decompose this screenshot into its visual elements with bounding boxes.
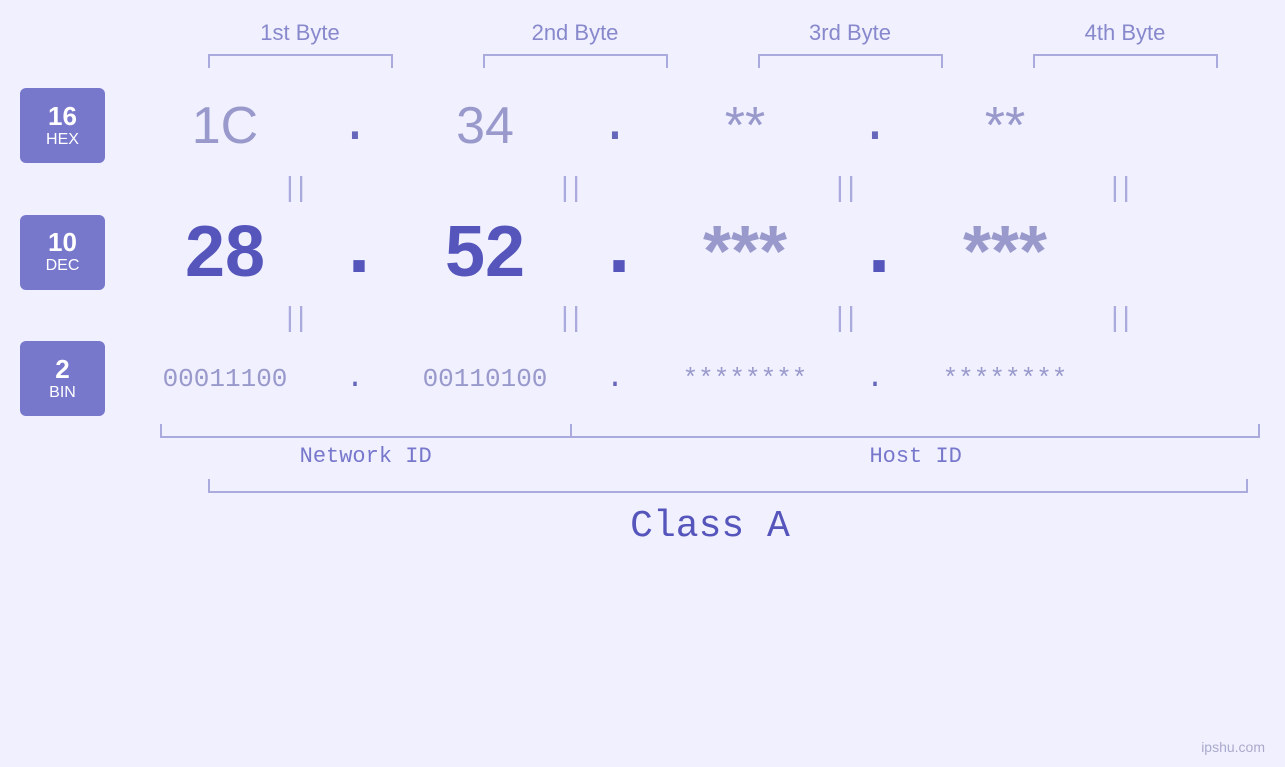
- dec-byte2-cell: 52: [375, 211, 595, 293]
- hex-dot2: .: [595, 100, 635, 152]
- byte2-header: 2nd Byte: [465, 20, 685, 46]
- bin-byte1: 00011100: [163, 364, 288, 394]
- bin-badge-num: 2: [55, 356, 69, 382]
- dec-dot3: .: [855, 212, 895, 292]
- dec-byte2: 52: [445, 211, 525, 293]
- eq2-cell3: ||: [738, 301, 958, 333]
- dec-badge: 10 DEC: [20, 215, 105, 290]
- hex-byte1: 1C: [192, 96, 258, 156]
- network-bracket: [160, 424, 572, 438]
- dec-values: 28 . 52 . *** . ***: [115, 211, 1265, 293]
- bin-dot2: .: [595, 364, 635, 394]
- hex-badge-label: HEX: [46, 131, 79, 149]
- bin-badge: 2 BIN: [20, 341, 105, 416]
- hex-values: 1C . 34 . ** . **: [115, 96, 1265, 156]
- byte1-header: 1st Byte: [190, 20, 410, 46]
- dec-row: 10 DEC 28 . 52 . *** . ***: [20, 211, 1265, 293]
- dec-byte4: ***: [963, 211, 1047, 293]
- bracket-byte3: [758, 54, 943, 68]
- eq1-cell1: ||: [188, 171, 408, 203]
- hex-byte2-cell: 34: [375, 96, 595, 156]
- bracket-byte2: [483, 54, 668, 68]
- bin-values: 00011100 . 00110100 . ******** . *******…: [115, 364, 1265, 394]
- hex-badge-num: 16: [48, 103, 77, 129]
- eq1-cell4: ||: [1013, 171, 1233, 203]
- bottom-brackets: [160, 424, 1260, 438]
- bin-byte3-cell: ********: [635, 364, 855, 394]
- dec-dot1: .: [335, 212, 375, 292]
- hex-byte1-cell: 1C: [115, 96, 335, 156]
- eq1-1: ||: [286, 171, 309, 203]
- bin-byte1-cell: 00011100: [115, 364, 335, 394]
- bin-row: 2 BIN 00011100 . 00110100 . ******** . *…: [20, 341, 1265, 416]
- hex-byte4: **: [985, 96, 1025, 156]
- host-id-label: Host ID: [571, 444, 1260, 469]
- dec-badge-label: DEC: [46, 257, 80, 275]
- bin-dot1: .: [335, 364, 375, 394]
- eq2-3: ||: [836, 301, 859, 333]
- bin-byte4: ********: [943, 364, 1068, 394]
- hex-byte4-cell: **: [895, 96, 1115, 156]
- bracket-byte1: [208, 54, 393, 68]
- dec-dot2: .: [595, 212, 635, 292]
- eq1-cell2: ||: [463, 171, 683, 203]
- eq1-cell3: ||: [738, 171, 958, 203]
- bin-byte3: ********: [683, 364, 808, 394]
- hex-dot1: .: [335, 100, 375, 152]
- hex-byte2: 34: [456, 96, 514, 156]
- bracket-byte4: [1033, 54, 1218, 68]
- eq1-3: ||: [836, 171, 859, 203]
- bin-byte2-cell: 00110100: [375, 364, 595, 394]
- equals-row-1: || || || ||: [160, 163, 1260, 211]
- hex-dot3: .: [855, 100, 895, 152]
- dec-byte1-cell: 28: [115, 211, 335, 293]
- byte4-header: 4th Byte: [1015, 20, 1235, 46]
- bin-byte4-cell: ********: [895, 364, 1115, 394]
- top-brackets: [163, 54, 1263, 68]
- eq2-cell4: ||: [1013, 301, 1233, 333]
- watermark: ipshu.com: [1201, 739, 1265, 755]
- byte3-header: 3rd Byte: [740, 20, 960, 46]
- eq2-1: ||: [286, 301, 309, 333]
- network-id-label: Network ID: [160, 444, 571, 469]
- bin-byte2: 00110100: [423, 364, 548, 394]
- eq2-4: ||: [1111, 301, 1134, 333]
- hex-byte3-cell: **: [635, 96, 855, 156]
- hex-byte3: **: [725, 96, 765, 156]
- dec-byte4-cell: ***: [895, 211, 1115, 293]
- bin-dot3: .: [855, 364, 895, 394]
- dec-badge-num: 10: [48, 229, 77, 255]
- eq2-cell1: ||: [188, 301, 408, 333]
- byte-headers: 1st Byte 2nd Byte 3rd Byte 4th Byte: [163, 20, 1263, 46]
- id-labels: Network ID Host ID: [160, 444, 1260, 469]
- hex-badge: 16 HEX: [20, 88, 105, 163]
- eq1-4: ||: [1111, 171, 1134, 203]
- main-container: 1st Byte 2nd Byte 3rd Byte 4th Byte 16 H…: [0, 0, 1285, 767]
- host-bracket: [570, 424, 1260, 438]
- eq2-cell2: ||: [463, 301, 683, 333]
- class-label: Class A: [160, 505, 1260, 548]
- hex-row: 16 HEX 1C . 34 . ** . **: [20, 88, 1265, 163]
- equals-row-2: || || || ||: [160, 293, 1260, 341]
- dec-byte3: ***: [703, 211, 787, 293]
- dec-byte3-cell: ***: [635, 211, 855, 293]
- outer-bracket: [208, 479, 1248, 493]
- dec-byte1: 28: [185, 211, 265, 293]
- eq1-2: ||: [561, 171, 584, 203]
- eq2-2: ||: [561, 301, 584, 333]
- bin-badge-label: BIN: [49, 384, 76, 402]
